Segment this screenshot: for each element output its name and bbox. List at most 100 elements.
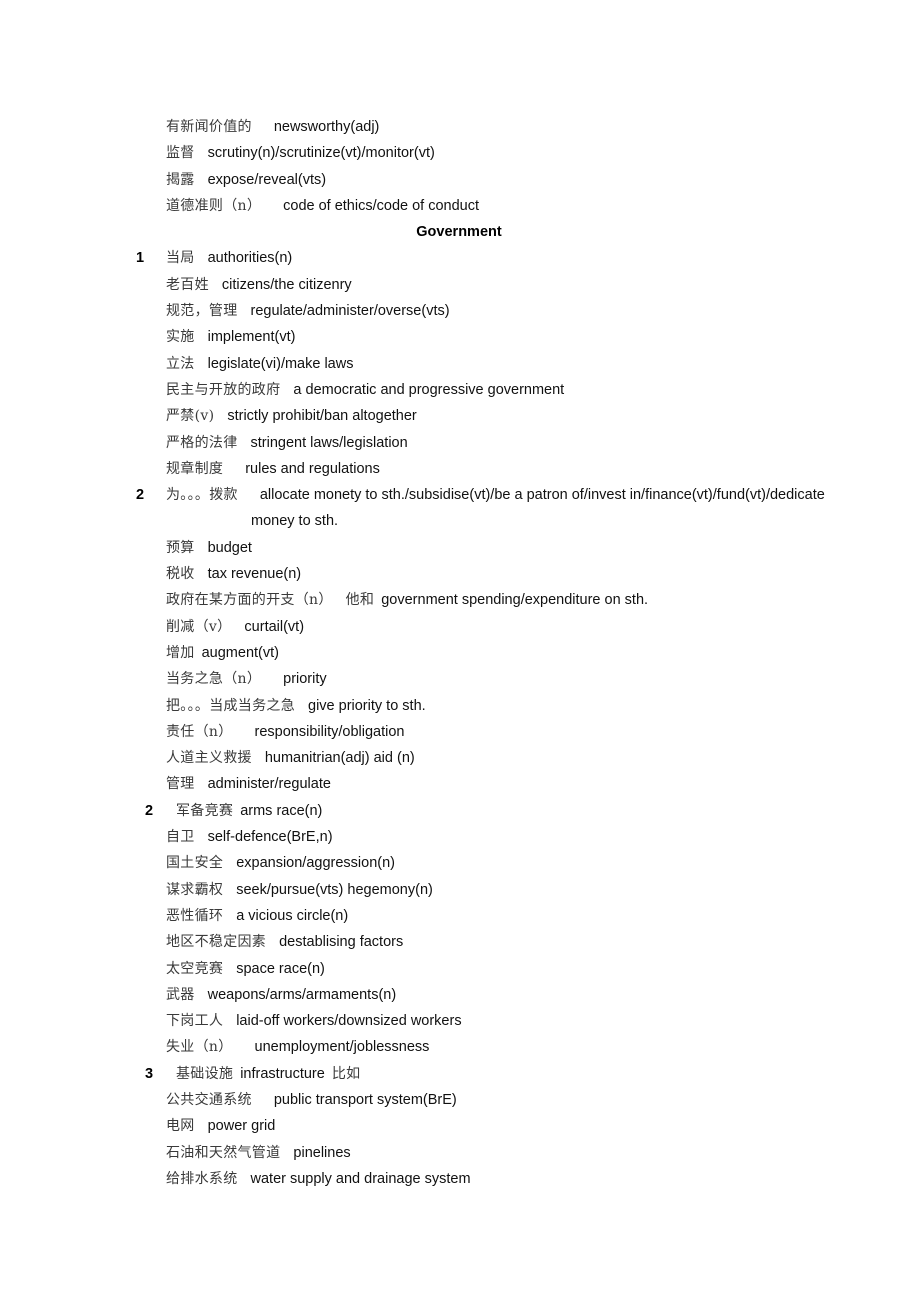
vocab-entry: 国土安全 expansion/aggression(n)	[0, 850, 920, 876]
vocab-entry: 立法 legislate(vi)/make laws	[0, 351, 920, 377]
document-page: 有新闻价值的 newsworthy(adj) 监督 scrutiny(n)/scrut…	[0, 0, 920, 1302]
entry-number: 1	[136, 250, 145, 267]
vocab-entry: 失业（n） unemployment/joblessness	[0, 1034, 920, 1060]
vocab-entry: 自卫 self-defence(BrE,n)	[0, 824, 920, 850]
vocab-entry: 政府在某方面的开支（n） 他和 government spending/expend…	[0, 587, 920, 613]
vocab-entry: 税收 tax revenue(n)	[0, 561, 920, 587]
vocab-entry: 太空竞赛 space race(n)	[0, 956, 920, 982]
entry-english-gloss: government spending/expenditure on sth.	[381, 592, 649, 609]
entry-chinese-term: 实施	[166, 329, 195, 346]
entry-chinese-term: 基础设施	[176, 1065, 234, 1082]
entry-english-gloss: expose/reveal(vts)	[207, 171, 327, 188]
entry-english-gloss: unemployment/joblessness	[254, 1039, 430, 1056]
vocab-entry: 规范，管理 regulate/administer/overse(vts)	[0, 298, 920, 324]
entry-chinese-term: 严格的法律	[166, 434, 238, 451]
vocab-entry: 管理 administer/regulate	[0, 771, 920, 797]
entry-english-gloss: administer/regulate	[207, 776, 331, 793]
entry-english-gloss: power grid	[207, 1118, 276, 1135]
entry-english-gloss: budget	[207, 539, 252, 556]
entry-english-gloss-continued: money to sth.	[251, 513, 339, 530]
entry-chinese-term: 政府在某方面的开支（n）	[166, 592, 333, 609]
entry-chinese-term: 道德准则（n）	[166, 197, 262, 214]
entry-number: 2	[136, 487, 145, 504]
vocab-entry: 规章制度 rules and regulations	[0, 456, 920, 482]
entry-english-gloss: expansion/aggression(n)	[236, 855, 395, 872]
vocab-entry: 有新闻价值的 newsworthy(adj)	[0, 114, 920, 140]
entry-english-gloss: infrastructure	[240, 1065, 325, 1082]
entry-chinese-term: 石油和天然气管道	[166, 1144, 281, 1161]
vocab-entry: 地区不稳定因素 destablising factors	[0, 929, 920, 955]
entry-english-gloss: seek/pursue(vts) hegemony(n)	[236, 881, 433, 898]
vocab-entry: 公共交通系统 public transport system(BrE)	[0, 1087, 920, 1113]
entry-english-gloss: humanitrian(adj) aid (n)	[264, 750, 415, 767]
vocab-entry: 严禁(v) strictly prohibit/ban altogether	[0, 403, 920, 429]
entry-chinese-term: 自卫	[166, 829, 195, 846]
vocab-entry: 民主与开放的政府 a democratic and progressive gov…	[0, 377, 920, 403]
entry-chinese-term: 军备竞赛	[176, 802, 234, 819]
entry-chinese-term: 监督	[166, 145, 195, 162]
entry-english-gloss: curtail(vt)	[244, 618, 305, 635]
vocab-entry: 武器 weapons/arms/armaments(n)	[0, 982, 920, 1008]
entry-english-gloss: destablising factors	[279, 934, 404, 951]
vocab-entry: 谋求霸权 seek/pursue(vts) hegemony(n)	[0, 877, 920, 903]
entry-english-gloss: implement(vt)	[207, 329, 296, 346]
entry-english-gloss: arms race(n)	[240, 802, 323, 819]
entry-chinese-note: 他和	[345, 592, 375, 609]
entry-english-gloss: tax revenue(n)	[207, 566, 302, 583]
vocab-entry: 监督 scrutiny(n)/scrutinize(vt)/monitor(vt)	[0, 140, 920, 166]
entry-chinese-term: 地区不稳定因素	[166, 934, 267, 951]
vocab-entry: 给排水系统 water supply and drainage system	[0, 1166, 920, 1192]
entry-english-gloss: a democratic and progressive government	[293, 381, 565, 398]
entry-chinese-term: 人道主义救援	[166, 750, 252, 767]
entry-chinese-term: 规范，管理	[166, 303, 238, 320]
entry-chinese-term: 有新闻价值的	[166, 119, 252, 135]
entry-english-gloss: rules and regulations	[245, 460, 380, 477]
entry-english-gloss: newsworthy(adj)	[273, 119, 380, 135]
entry-chinese-term: 国土安全	[166, 855, 224, 872]
entry-chinese-term: 为。。。拨款	[166, 487, 238, 504]
vocab-entry: 道德准则（n） code of ethics/code of conduct	[0, 193, 920, 219]
entry-chinese-term: 税收	[166, 566, 195, 583]
entry-english-gloss: weapons/arms/armaments(n)	[207, 986, 397, 1003]
vocab-entry: 揭露 expose/reveal(vts)	[0, 167, 920, 193]
entry-chinese-term: 削减（v）	[166, 618, 232, 635]
entry-english-gloss: citizens/the citizenry	[221, 276, 352, 293]
entry-chinese-term: 武器	[166, 986, 195, 1003]
entry-english-gloss: water supply and drainage system	[250, 1170, 471, 1187]
entry-chinese-term: 管理	[166, 776, 195, 793]
vocab-entry: 削减（v） curtail(vt)	[0, 614, 920, 640]
entry-english-gloss: responsibility/obligation	[254, 723, 405, 740]
entry-english-gloss: laid-off workers/downsized workers	[236, 1013, 462, 1030]
entry-chinese-term: 谋求霸权	[166, 881, 224, 898]
entry-english-gloss: regulate/administer/overse(vts)	[250, 303, 450, 320]
vocab-entry: 石油和天然气管道 pinelines	[0, 1140, 920, 1166]
vocab-entry: 责任（n） responsibility/obligation	[0, 719, 920, 745]
entry-english-gloss: self-defence(BrE,n)	[207, 829, 333, 846]
vocab-entry: 实施 implement(vt)	[0, 324, 920, 350]
vocab-entry: 恶性循环 a vicious circle(n)	[0, 903, 920, 929]
vocab-entry: 下岗工人 laid-off workers/downsized workers	[0, 1008, 920, 1034]
entry-chinese-term: 失业（n）	[166, 1039, 233, 1056]
vocab-entry: 预算 budget	[0, 535, 920, 561]
entry-english-gloss: public transport system(BrE)	[273, 1091, 457, 1108]
entry-chinese-term: 当务之急（n）	[166, 671, 262, 688]
vocab-entry: 2 为。。。拨款 allocate monety to sth./subsidise…	[0, 482, 920, 508]
entry-chinese-term: 电网	[166, 1118, 195, 1135]
vocab-entry: 增加 augment(vt)	[0, 640, 920, 666]
vocab-entry: 老百姓 citizens/the citizenry	[0, 272, 920, 298]
entry-chinese-term: 规章制度	[166, 460, 224, 477]
entry-chinese-term: 严禁(v)	[166, 408, 215, 425]
entry-english-gloss: strictly prohibit/ban altogether	[227, 408, 417, 425]
entry-english-gloss: legislate(vi)/make laws	[207, 355, 354, 372]
entry-chinese-term: 预算	[166, 539, 195, 556]
entry-english-gloss: give priority to sth.	[308, 697, 426, 714]
entry-chinese-term: 立法	[166, 355, 195, 372]
vocab-entry: 2 军备竞赛 arms race(n)	[0, 798, 920, 824]
entry-chinese-tail: 比如	[331, 1065, 361, 1082]
vocab-entry: 把。。。当成当务之急 give priority to sth.	[0, 693, 920, 719]
entry-chinese-term: 公共交通系统	[166, 1091, 252, 1108]
entry-english-gloss: authorities(n)	[207, 250, 293, 267]
entry-chinese-term: 太空竞赛	[166, 960, 224, 977]
vocab-entry: 严格的法律 stringent laws/legislation	[0, 430, 920, 456]
vocab-entry: 3 基础设施 infrastructure 比如	[0, 1061, 920, 1087]
